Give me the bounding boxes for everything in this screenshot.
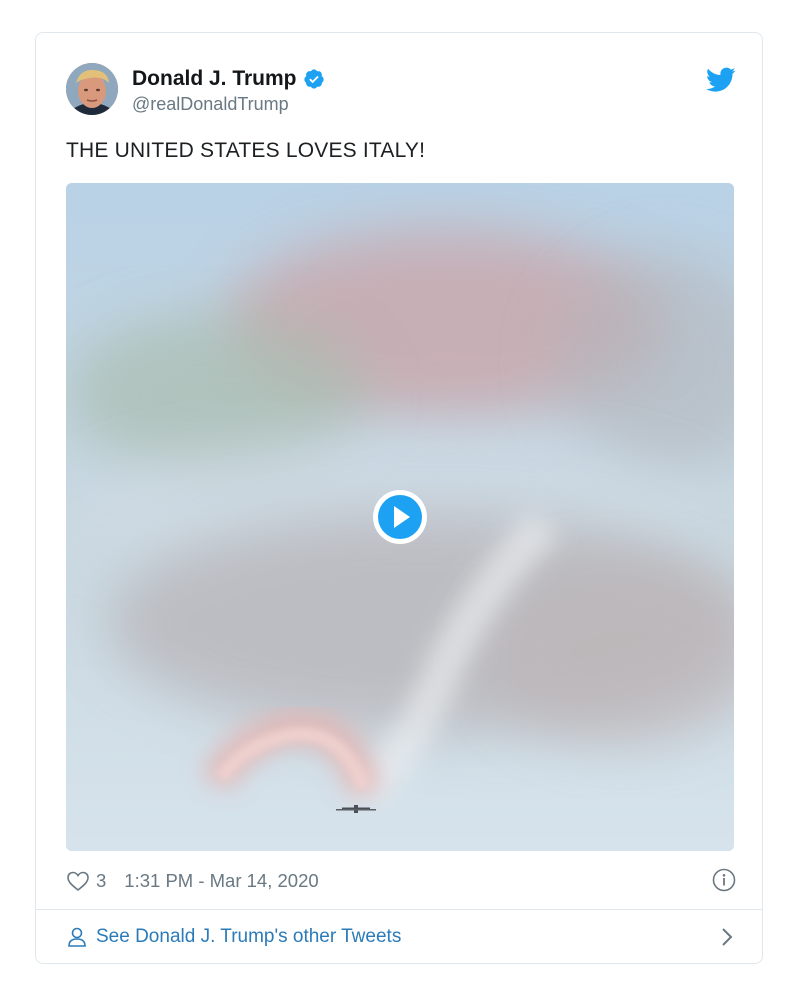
info-icon[interactable] xyxy=(712,868,736,892)
see-other-tweets-label: See Donald J. Trump's other Tweets xyxy=(96,926,402,947)
author-avatar[interactable] xyxy=(66,63,118,115)
play-icon[interactable] xyxy=(371,488,429,546)
embedded-tweet-card: Donald J. Trump @realDonaldTrump THE UNI… xyxy=(35,32,763,964)
author-name-row: Donald J. Trump xyxy=(132,65,325,93)
chevron-right-icon xyxy=(722,928,733,946)
tweet-timestamp[interactable]: 1:31 PM - Mar 14, 2020 xyxy=(124,870,318,892)
author-handle[interactable]: @realDonaldTrump xyxy=(132,94,289,115)
like-count: 3 xyxy=(96,870,107,891)
verified-badge-icon xyxy=(303,69,324,89)
like-button[interactable]: 3 xyxy=(66,870,106,892)
tweet-video[interactable] xyxy=(66,183,734,851)
person-icon xyxy=(68,927,86,947)
tweet-meta: 3 1:31 PM - Mar 14, 2020 xyxy=(66,868,736,894)
footer-divider xyxy=(36,909,762,910)
author-display-name[interactable]: Donald J. Trump xyxy=(132,67,297,91)
tweet-header: Donald J. Trump @realDonaldTrump xyxy=(66,63,736,119)
heart-icon xyxy=(67,871,89,892)
tweet-text: THE UNITED STATES LOVES ITALY! xyxy=(66,139,426,162)
see-other-tweets-link[interactable]: See Donald J. Trump's other Tweets xyxy=(66,921,736,953)
twitter-bird-icon[interactable] xyxy=(706,67,736,93)
